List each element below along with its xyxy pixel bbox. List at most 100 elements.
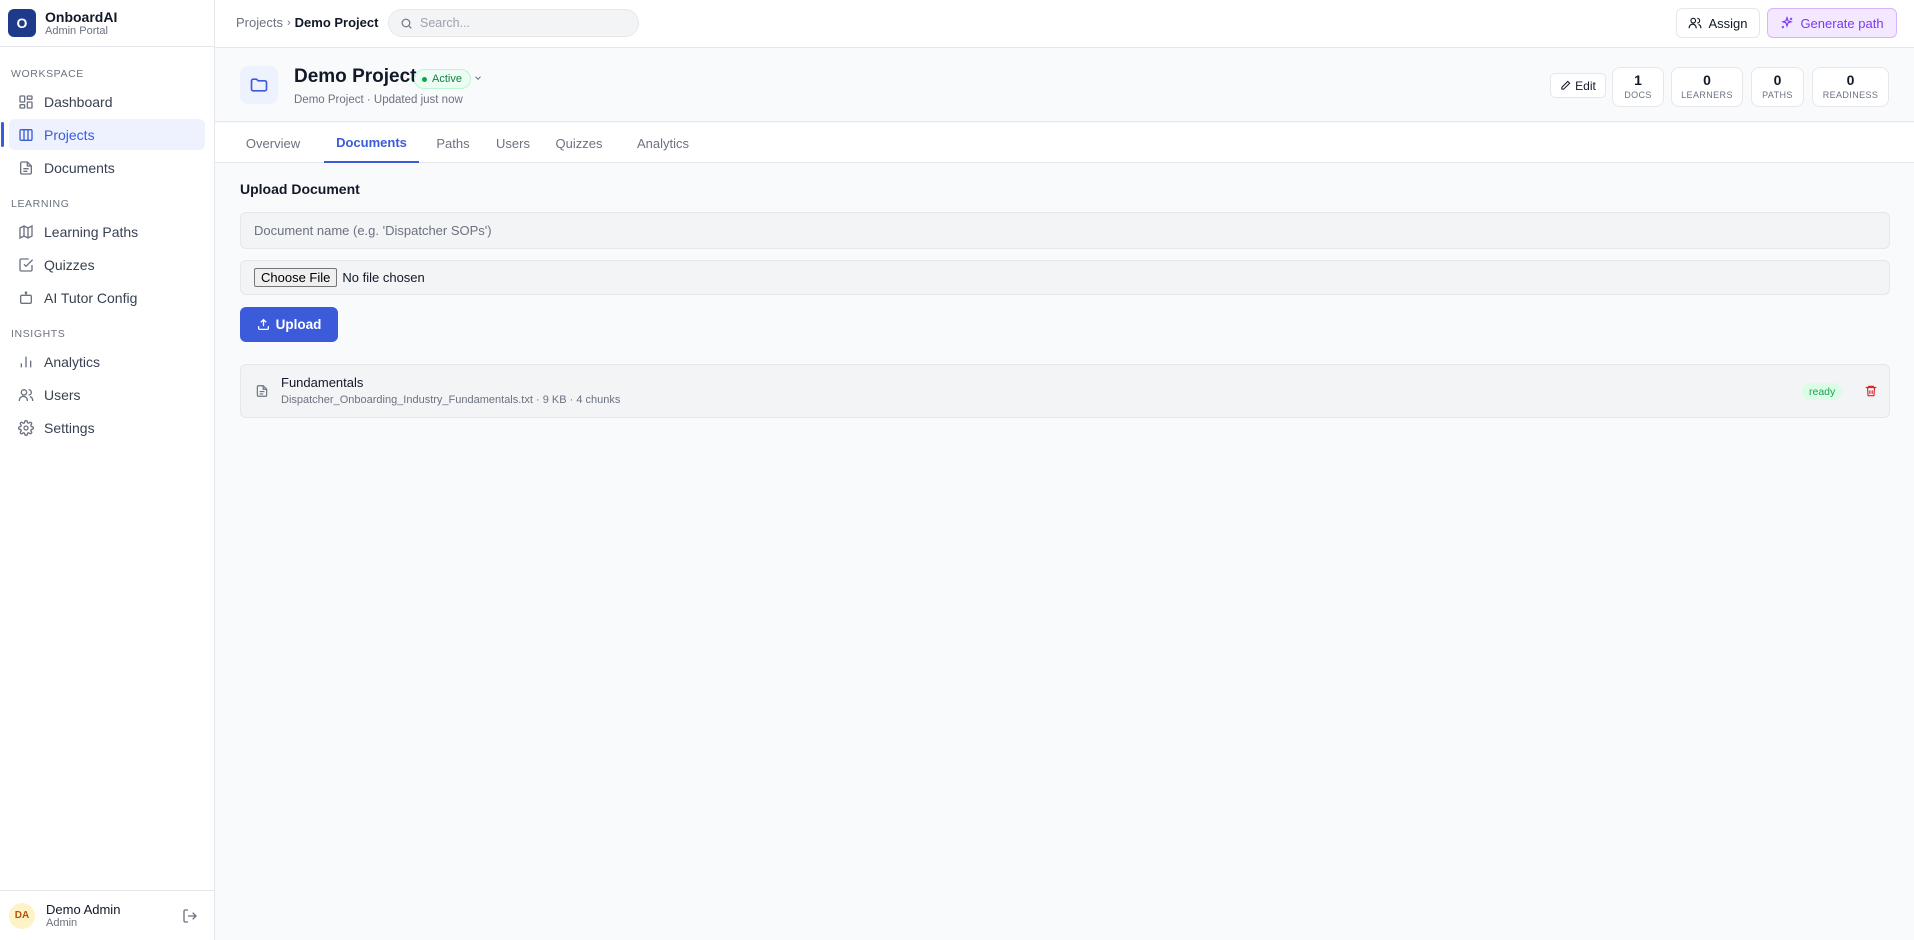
sparkles-icon [1781,16,1794,29]
logout-icon[interactable] [182,908,198,924]
meta-separator: · [532,394,543,406]
checkbox-icon [19,257,34,272]
sidebar-item-learning-paths[interactable]: Learning Paths [9,216,205,247]
avatar: DA [9,902,35,929]
users-icon [1689,17,1702,29]
section-label-learning: LEARNING [11,198,70,210]
page-title: Demo Project [294,66,417,87]
sidebar-item-label: Settings [44,419,95,436]
user-profile[interactable]: DA Demo Admin Admin [0,890,214,940]
sidebar-item-settings[interactable]: Settings [9,412,205,443]
brand[interactable]: O OnboardAI Admin Portal [0,0,214,47]
edit-button-label: Edit [1575,78,1596,93]
chevron-down-icon[interactable] [473,73,483,83]
status-label: Active [432,73,462,85]
stat-paths: 0 PATHS [1751,67,1804,107]
search-input[interactable] [420,16,620,30]
assign-button[interactable]: Assign [1676,8,1760,38]
edit-button[interactable]: Edit [1550,73,1606,98]
trash-icon[interactable] [1864,384,1878,398]
sidebar-item-label: Analytics [44,353,101,370]
stat-label: DOCS [1624,90,1652,100]
user-role: Admin [46,916,78,929]
file-icon [256,385,268,397]
stat-value: 1 [1634,72,1642,88]
assign-button-label: Assign [1708,15,1748,31]
brand-subtitle: Admin Portal [45,24,108,37]
stat-label: READINESS [1822,90,1879,100]
sidebar-item-label: Quizzes [44,256,95,273]
meta-separator: · [566,394,577,406]
section-label-insights: INSIGHTS [11,328,66,340]
document-filename: Dispatcher_Onboarding_Industry_Fundament… [281,394,533,406]
sidebar-item-dashboard[interactable]: Dashboard [9,86,205,117]
project-subtitle: Demo Project · Updated just now [294,94,463,106]
breadcrumb-separator: › [286,16,291,29]
stat-label: LEARNERS [1681,90,1733,100]
project-updated: Updated just now [373,94,463,106]
subtitle-separator: · [363,94,374,106]
stat-value: 0 [1703,72,1711,88]
tab-users[interactable]: Users [493,123,533,163]
sidebar-item-label: Learning Paths [44,223,139,240]
stat-label: PATHS [1762,90,1793,100]
tab-analytics[interactable]: Analytics [633,123,693,163]
upload-button-label: Upload [275,317,322,332]
sidebar-item-documents[interactable]: Documents [9,152,205,183]
generate-path-label: Generate path [1800,15,1884,31]
sidebar-item-label: Users [44,386,81,403]
sidebar-item-quizzes[interactable]: Quizzes [9,249,205,280]
tab-paths[interactable]: Paths [432,123,474,163]
bar-chart-icon [20,356,32,367]
upload-button[interactable]: Upload [240,307,338,342]
search-box[interactable] [388,9,639,37]
dashboard-icon [19,94,33,109]
sidebar-item-label: Documents [44,159,115,176]
gear-icon [18,419,34,436]
project-tabs: Overview Documents Paths Users Quizzes A… [215,123,1914,163]
map-icon [19,224,33,239]
upload-icon [257,318,269,331]
stat-docs: 1 DOCS [1612,67,1664,107]
tab-quizzes[interactable]: Quizzes [553,123,605,163]
list-item[interactable]: Fundamentals Dispatcher_Onboarding_Indus… [240,364,1890,418]
project-name: Demo Project [294,94,364,106]
breadcrumb: Projects › Demo Project [236,15,378,30]
project-header: Demo Project Active Demo Project · Updat… [215,48,1914,122]
file-input[interactable]: Choose File No file chosen [240,260,1890,295]
document-name-input[interactable] [240,212,1890,249]
generate-path-button[interactable]: Generate path [1767,8,1897,38]
topbar: Projects › Demo Project Assign Generate … [215,0,1914,48]
sidebar-item-ai-tutor-config[interactable]: AI Tutor Config [9,282,205,313]
document-title: Fundamentals [281,375,364,390]
section-title: Upload Document [240,181,360,197]
search-icon [401,18,412,29]
brand-name: OnboardAI [45,8,118,25]
sidebar-item-users[interactable]: Users [9,379,205,410]
brand-logo: O [8,9,36,37]
tab-overview[interactable]: Overview [242,123,304,163]
document-icon [20,160,32,175]
sidebar-item-analytics[interactable]: Analytics [9,346,205,377]
user-name: Demo Admin [46,901,121,917]
document-chunks: 4 chunks [576,394,621,406]
projects-icon [19,128,33,141]
choose-file-button[interactable]: Choose File [254,268,338,287]
status-badge[interactable]: Active [414,69,471,89]
folder-icon [250,78,268,92]
sidebar-item-projects[interactable]: Projects [1,119,205,150]
stat-value: 0 [1846,72,1855,88]
document-size: 9 KB [542,394,567,406]
sidebar-item-label: Projects [44,126,95,143]
no-file-text: No file chosen [342,270,425,285]
project-icon [240,66,278,104]
tab-documents[interactable]: Documents [324,123,419,163]
bot-icon [20,290,32,304]
status-dot [422,76,427,82]
stat-learners: 0 LEARNERS [1671,67,1743,107]
breadcrumb-current: Demo Project [294,15,379,30]
stat-readiness: 0 READINESS [1812,67,1889,107]
breadcrumb-parent[interactable]: Projects [236,15,283,30]
sidebar-item-label: Dashboard [44,93,113,110]
users-icon [18,388,34,401]
